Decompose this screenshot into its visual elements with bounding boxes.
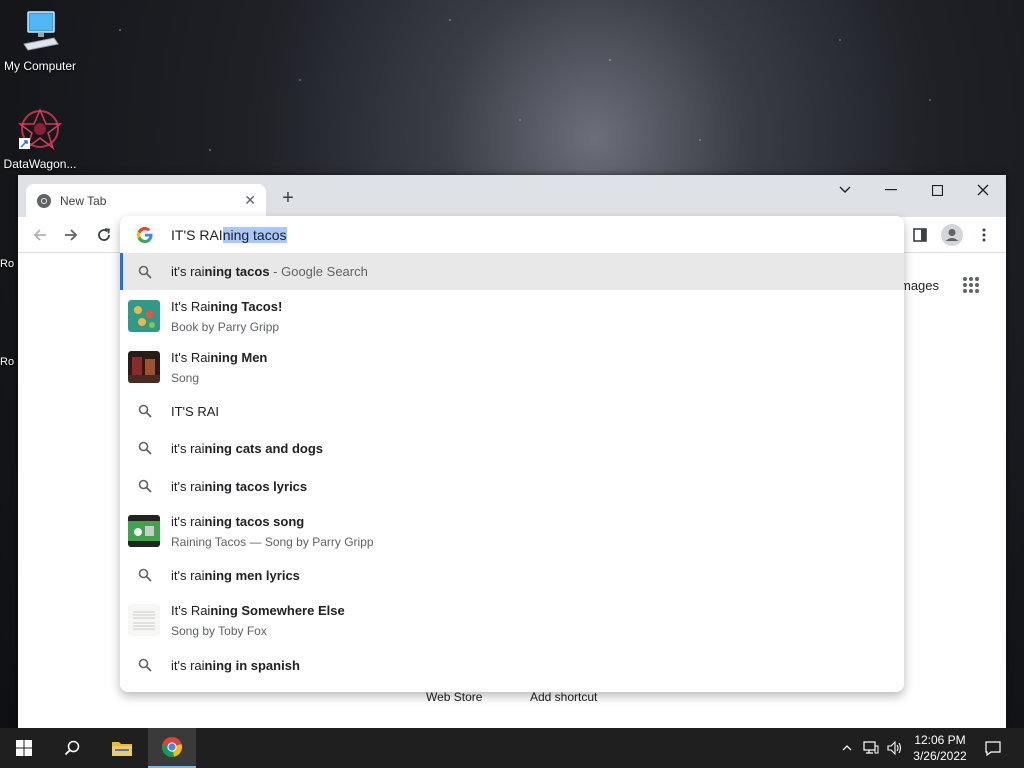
side-panel-icon	[913, 228, 927, 242]
reload-button[interactable]	[93, 224, 115, 246]
song-cover-thumbnail	[128, 351, 160, 383]
taskbar-file-explorer[interactable]	[98, 728, 146, 768]
suggestion-text: it's raining tacos song	[171, 514, 305, 529]
close-window-button[interactable]	[960, 175, 1006, 205]
search-icon	[138, 479, 152, 493]
volume-icon	[887, 741, 902, 755]
suggestion-text: It's Raining Somewhere Else	[171, 603, 345, 618]
network-icon	[863, 741, 879, 754]
avatar-icon	[941, 224, 963, 246]
suggestion-subtext: Song by Toby Fox	[171, 624, 267, 638]
suggestion-subtext: Book by Parry Gripp	[171, 320, 280, 334]
search-icon	[138, 658, 152, 672]
omnibox-autocomplete-text: ning tacos	[222, 226, 287, 243]
notification-icon	[985, 741, 1001, 756]
more-vert-icon	[982, 228, 986, 242]
taskbar-clock[interactable]: 12:06 PM 3/26/2022	[905, 732, 975, 764]
sheet-music-thumbnail	[128, 604, 160, 636]
suggestion-text: it's raining in spanish	[171, 658, 300, 673]
suggestion-subtext: Raining Tacos — Song by Parry Gripp	[171, 535, 374, 549]
maximize-icon	[931, 184, 943, 196]
chevron-up-icon	[842, 745, 852, 751]
desktop-icon-my-computer[interactable]: My Computer	[0, 8, 80, 73]
desktop-icon-label: My Computer	[3, 59, 77, 73]
action-center-button[interactable]	[978, 728, 1008, 768]
desktop-icon-partial-label: Ro	[0, 356, 15, 368]
apps-grid-icon[interactable]	[963, 277, 979, 293]
taskbar-search-button[interactable]	[48, 728, 96, 768]
forward-button[interactable]	[60, 224, 82, 246]
tab-new-tab[interactable]: New Tab ✕	[26, 184, 266, 217]
desktop-background	[0, 0, 1024, 175]
suggestion-item[interactable]: it's raining men lyrics	[120, 556, 904, 594]
suggestion-text: IT'S RAI	[171, 404, 219, 419]
suggestion-text: it's raining men lyrics	[171, 568, 300, 583]
reload-icon	[98, 228, 110, 241]
search-icon	[64, 740, 80, 756]
suggestion-item[interactable]: it's raining tacos song Raining Tacos — …	[120, 505, 904, 556]
desktop-icon-datawagon[interactable]: DataWagon...	[0, 106, 80, 171]
menu-button[interactable]	[972, 223, 996, 247]
chrome-icon	[162, 737, 182, 757]
omnibox-dropdown: IT'S RAI ning tacos it's raining tacos - …	[120, 216, 904, 692]
suggestion-item[interactable]: IT'S RAI	[120, 392, 904, 429]
clock-date: 3/26/2022	[913, 749, 967, 763]
suggestion-item[interactable]: It's Raining Somewhere Else Song by Toby…	[120, 594, 904, 645]
suggestion-item[interactable]: it's raining in spanish	[120, 645, 904, 685]
search-icon	[138, 404, 152, 418]
desktop-icon-partial-label: Ro	[0, 258, 15, 270]
network-tray-button[interactable]	[860, 728, 882, 768]
title-bar: New Tab ✕ +	[18, 175, 1006, 217]
windows-logo-icon	[16, 740, 32, 756]
book-cover-thumbnail	[128, 300, 160, 332]
desktop-icon-label: DataWagon...	[3, 157, 77, 171]
tab-search-button[interactable]	[822, 175, 868, 205]
suggestion-text: It's Raining Tacos!	[171, 299, 283, 314]
start-button[interactable]	[0, 728, 48, 768]
profile-button[interactable]	[940, 223, 964, 247]
suggestion-item[interactable]: it's raining tacos lyrics	[120, 467, 904, 505]
arrow-left-icon	[33, 229, 46, 241]
side-panel-button[interactable]	[908, 223, 932, 247]
volume-tray-button[interactable]	[884, 728, 906, 768]
new-tab-button[interactable]: +	[276, 187, 300, 211]
close-tab-icon[interactable]: ✕	[244, 192, 256, 209]
tab-title: New Tab	[60, 193, 107, 208]
shortcut-add-shortcut[interactable]: Add shortcut	[530, 690, 597, 704]
search-icon	[138, 568, 152, 582]
chrome-icon	[37, 193, 51, 208]
maximize-button[interactable]	[914, 175, 960, 205]
back-button[interactable]	[29, 224, 51, 246]
minimize-icon	[885, 189, 897, 191]
close-icon	[977, 184, 989, 196]
search-icon	[138, 441, 152, 455]
search-icon	[138, 265, 152, 279]
suggestion-item[interactable]: It's Raining Men Song	[120, 341, 904, 392]
suggestion-item[interactable]: it's raining cats and dogs	[120, 429, 904, 467]
datawagon-icon	[17, 108, 63, 151]
suggestion-item[interactable]: It's Raining Tacos! Book by Parry Gripp	[120, 290, 904, 341]
chevron-down-icon	[839, 186, 851, 193]
google-g-icon	[137, 226, 153, 243]
suggestion-text: it's raining tacos - Google Search	[171, 264, 368, 279]
address-bar[interactable]: IT'S RAI ning tacos	[120, 216, 904, 253]
suggestion-item[interactable]: it's raining tacos - Google Search	[120, 253, 904, 290]
shortcut-web-store[interactable]: Web Store	[426, 690, 482, 704]
clock-time: 12:06 PM	[914, 733, 966, 747]
omnibox-typed-text: IT'S RAI	[171, 226, 223, 243]
minimize-button[interactable]	[868, 175, 914, 205]
taskbar: 12:06 PM 3/26/2022	[0, 728, 1024, 768]
suggestion-text: It's Raining Men	[171, 350, 268, 365]
show-hidden-icons-button[interactable]	[838, 728, 856, 768]
suggestion-subtext: Song	[171, 371, 200, 385]
computer-icon	[23, 11, 59, 51]
images-link[interactable]: mages	[900, 278, 939, 293]
folder-icon	[112, 742, 132, 756]
taskbar-chrome[interactable]	[148, 728, 196, 768]
video-thumbnail	[128, 515, 160, 547]
arrow-right-icon	[65, 229, 78, 241]
suggestion-text: it's raining cats and dogs	[171, 441, 324, 456]
suggestion-text: it's raining tacos lyrics	[171, 479, 308, 494]
